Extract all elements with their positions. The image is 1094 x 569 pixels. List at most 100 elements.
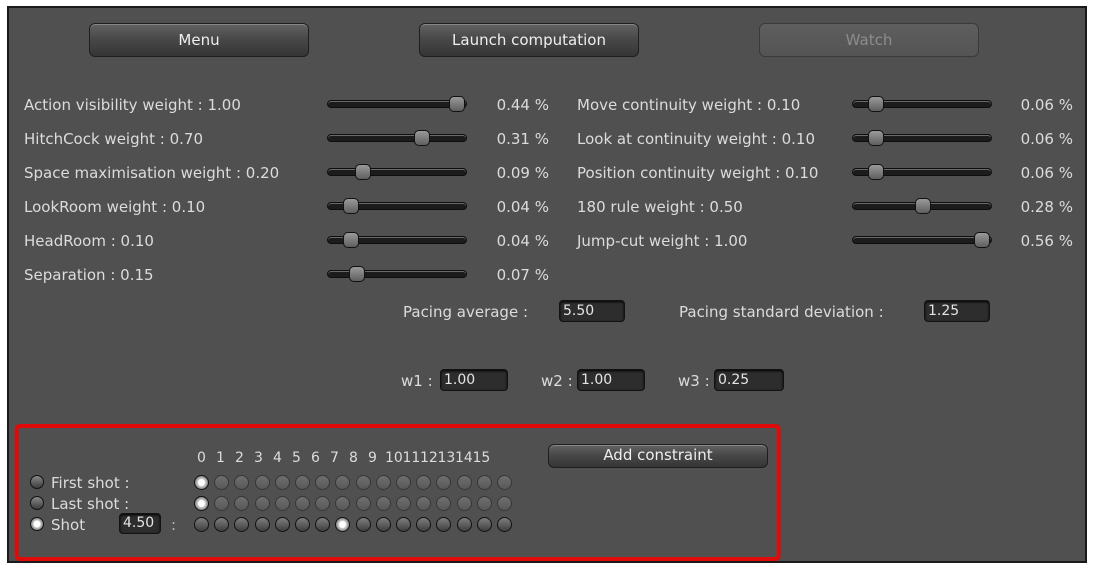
slider-thumb[interactable]	[355, 164, 371, 180]
shot-toggle[interactable]	[275, 496, 290, 511]
slider-thumb[interactable]	[449, 96, 465, 112]
weight-slider[interactable]	[327, 96, 467, 112]
shot-toggle[interactable]	[497, 517, 512, 532]
w3-label: w3 :	[678, 372, 710, 390]
shot-toggle[interactable]	[416, 517, 431, 532]
shot-toggle[interactable]	[194, 517, 209, 532]
shot-toggle[interactable]	[194, 496, 209, 511]
weight-slider[interactable]	[327, 164, 467, 180]
shot-toggle[interactable]	[315, 517, 330, 532]
slider-thumb[interactable]	[868, 96, 884, 112]
constraint-type-radio[interactable]	[30, 517, 44, 531]
slider-percent: 0.07 %	[496, 266, 549, 284]
w2-field[interactable]: 1.00	[577, 369, 645, 391]
shot-toggle[interactable]	[356, 517, 371, 532]
shot-toggle[interactable]	[234, 475, 249, 490]
shot-toggle[interactable]	[477, 475, 492, 490]
weight-slider[interactable]	[327, 266, 467, 282]
shot-toggle[interactable]	[356, 496, 371, 511]
shot-toggle[interactable]	[234, 517, 249, 532]
shot-toggle[interactable]	[295, 517, 310, 532]
slider-thumb[interactable]	[868, 164, 884, 180]
shot-toggle[interactable]	[194, 475, 209, 490]
slider-track	[327, 270, 467, 278]
shot-toggle[interactable]	[356, 475, 371, 490]
slider-label: Space maximisation weight : 0.20	[24, 164, 280, 182]
shot-toggle[interactable]	[396, 475, 411, 490]
shot-toggle[interactable]	[275, 475, 290, 490]
weight-slider[interactable]	[327, 198, 467, 214]
shot-number-field[interactable]: 4.50	[119, 513, 161, 534]
constraint-type-radio[interactable]	[30, 496, 44, 510]
slider-thumb[interactable]	[868, 130, 884, 146]
watch-button[interactable]: Watch	[759, 23, 979, 57]
shot-toggle[interactable]	[335, 496, 350, 511]
shot-toggle[interactable]	[255, 496, 270, 511]
shot-toggle[interactable]	[457, 496, 472, 511]
weight-slider[interactable]	[327, 232, 467, 248]
slider-thumb[interactable]	[915, 198, 931, 214]
shot-toggle[interactable]	[436, 496, 451, 511]
shot-toggle[interactable]	[416, 475, 431, 490]
shot-toggle[interactable]	[396, 517, 411, 532]
weight-slider[interactable]	[327, 130, 467, 146]
w3-field[interactable]: 0.25	[714, 369, 784, 391]
slider-thumb[interactable]	[343, 232, 359, 248]
slider-label: HitchCock weight : 0.70	[24, 130, 203, 148]
shot-index-label: 4	[273, 450, 282, 466]
launch-computation-button[interactable]: Launch computation	[419, 23, 639, 57]
menu-button[interactable]: Menu	[89, 23, 309, 57]
shot-toggle[interactable]	[315, 475, 330, 490]
slider-thumb[interactable]	[343, 198, 359, 214]
shot-toggle[interactable]	[436, 517, 451, 532]
shot-index-label: 15	[472, 450, 491, 466]
slider-thumb[interactable]	[414, 130, 430, 146]
shot-toggle[interactable]	[214, 496, 229, 511]
weight-slider[interactable]	[852, 164, 992, 180]
shot-toggle[interactable]	[477, 517, 492, 532]
shot-toggle[interactable]	[255, 517, 270, 532]
shot-toggle[interactable]	[497, 475, 512, 490]
constraint-row-label: First shot :	[51, 474, 130, 492]
shot-toggle[interactable]	[315, 496, 330, 511]
add-constraint-button[interactable]: Add constraint	[548, 444, 768, 468]
shot-toggle[interactable]	[457, 475, 472, 490]
constraint-type-radio[interactable]	[30, 475, 44, 489]
shot-toggle[interactable]	[275, 517, 290, 532]
shot-toggle[interactable]	[497, 496, 512, 511]
weight-slider[interactable]	[852, 96, 992, 112]
shot-toggle[interactable]	[376, 475, 391, 490]
shot-toggle[interactable]	[214, 517, 229, 532]
shot-toggle[interactable]	[335, 517, 350, 532]
slider-thumb[interactable]	[349, 266, 365, 282]
pacing-std-field[interactable]: 1.25	[924, 300, 990, 322]
shot-toggle[interactable]	[457, 517, 472, 532]
shot-toggle[interactable]	[376, 517, 391, 532]
shot-toggle[interactable]	[477, 496, 492, 511]
slider-track	[327, 100, 467, 108]
slider-percent: 0.06 %	[1020, 130, 1073, 148]
slider-percent: 0.09 %	[496, 164, 549, 182]
pacing-average-field[interactable]: 5.50	[559, 300, 625, 322]
shot-toggle[interactable]	[396, 496, 411, 511]
shot-index-label: 8	[349, 450, 358, 466]
slider-thumb[interactable]	[974, 232, 990, 248]
shot-toggle[interactable]	[214, 475, 229, 490]
shot-toggle[interactable]	[295, 496, 310, 511]
weight-slider[interactable]	[852, 130, 992, 146]
weight-slider[interactable]	[852, 232, 992, 248]
weight-slider[interactable]	[852, 198, 992, 214]
shot-index-label: 2	[235, 450, 244, 466]
shot-index-label: 14	[455, 450, 473, 466]
w1-field[interactable]: 1.00	[440, 369, 508, 391]
slider-label: 180 rule weight : 0.50	[577, 198, 743, 216]
shot-index-label: 12	[420, 450, 438, 466]
shot-toggle[interactable]	[255, 475, 270, 490]
shot-toggle[interactable]	[376, 496, 391, 511]
shot-toggle[interactable]	[436, 475, 451, 490]
shot-toggle[interactable]	[416, 496, 431, 511]
slider-percent: 0.28 %	[1020, 198, 1073, 216]
shot-toggle[interactable]	[234, 496, 249, 511]
shot-toggle[interactable]	[295, 475, 310, 490]
shot-toggle[interactable]	[335, 475, 350, 490]
